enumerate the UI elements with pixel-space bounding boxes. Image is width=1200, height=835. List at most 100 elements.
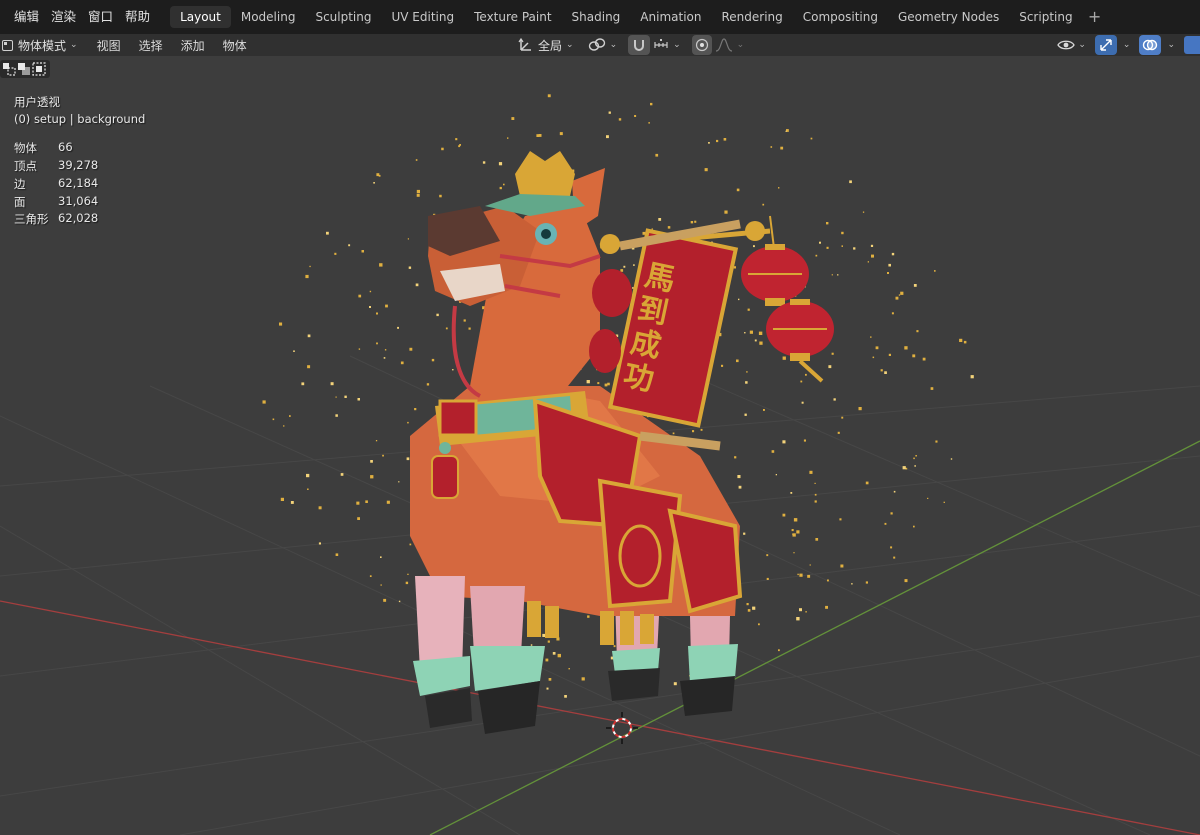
confetti-particle xyxy=(888,353,891,356)
confetti-particle xyxy=(398,600,401,603)
tab-shading[interactable]: Shading xyxy=(562,6,631,28)
chevron-down-icon: ⌄ xyxy=(673,40,681,50)
confetti-particle xyxy=(746,603,749,606)
confetti-particle xyxy=(658,218,662,221)
confetti-particle xyxy=(871,254,874,258)
chevron-down-icon: ⌄ xyxy=(1167,40,1175,50)
confetti-particle xyxy=(608,111,611,114)
confetti-particle xyxy=(623,265,626,268)
confetti-particle xyxy=(344,395,347,398)
confetti-particle xyxy=(935,440,938,443)
select-mode-buttons xyxy=(0,60,50,78)
menu-window[interactable]: 窗口 xyxy=(82,0,119,34)
confetti-particle xyxy=(799,608,802,612)
confetti-particle xyxy=(414,408,417,411)
confetti-particle xyxy=(801,401,804,404)
shading-icon[interactable] xyxy=(1184,36,1200,54)
confetti-particle xyxy=(870,336,872,338)
tab-uv-editing[interactable]: UV Editing xyxy=(382,6,465,28)
confetti-particle xyxy=(796,530,800,534)
tab-compositing[interactable]: Compositing xyxy=(793,6,888,28)
confetti-particle xyxy=(384,349,387,351)
confetti-particle xyxy=(807,574,811,578)
confetti-particle xyxy=(828,365,832,369)
gizmo-toggle[interactable] xyxy=(1094,35,1117,55)
confetti-particle xyxy=(826,246,829,249)
confetti-particle xyxy=(376,312,378,315)
confetti-particle xyxy=(900,291,904,295)
confetti-particle xyxy=(837,274,839,276)
snap-target-dropdown[interactable]: ⌄ xyxy=(650,35,684,55)
tab-modeling[interactable]: Modeling xyxy=(231,6,306,28)
menu-help[interactable]: 帮助 xyxy=(119,0,156,34)
right-tools: ⌄ ⌄ ⌄ xyxy=(1054,34,1200,56)
confetti-particle xyxy=(272,418,275,421)
menu-render[interactable]: 渲染 xyxy=(45,0,82,34)
select-new-icon[interactable] xyxy=(2,62,16,76)
view-name: 用户透视 xyxy=(14,95,60,109)
tab-rendering[interactable]: Rendering xyxy=(711,6,792,28)
tab-sculpting[interactable]: Sculpting xyxy=(305,6,381,28)
tab-texture-paint[interactable]: Texture Paint xyxy=(464,6,561,28)
confetti-particle xyxy=(814,500,817,503)
confetti-particle xyxy=(837,431,840,434)
confetti-particle xyxy=(511,117,515,120)
confetti-particle xyxy=(547,94,551,98)
confetti-particle xyxy=(613,645,616,648)
confetti-particle xyxy=(415,159,418,161)
add-workspace-button[interactable]: + xyxy=(1085,6,1105,28)
confetti-particle xyxy=(408,266,412,269)
confetti-particle xyxy=(793,552,795,554)
confetti-particle xyxy=(888,263,891,267)
confetti-particle xyxy=(348,244,351,247)
menu-edit[interactable]: 编辑 xyxy=(8,0,45,34)
confetti-particle xyxy=(378,174,381,177)
tab-layout[interactable]: Layout xyxy=(170,6,231,28)
mode-selector[interactable]: 物体模式 ⌄ xyxy=(0,35,82,55)
confetti-particle xyxy=(318,506,322,510)
tab-animation[interactable]: Animation xyxy=(630,6,711,28)
confetti-particle xyxy=(365,500,368,503)
confetti-particle xyxy=(930,387,934,390)
visibility-dropdown[interactable]: ⌄ xyxy=(1054,35,1089,55)
overlay-dropdown[interactable]: ⌄ xyxy=(1161,35,1178,55)
viewport-header: 物体模式 ⌄ 视图 选择 添加 物体 全局 ⌄ ⌄ ⌄ ⌄ ⌄ ⌄ ⌄ xyxy=(0,34,1200,56)
stat-objects: 物体 66 xyxy=(14,140,73,156)
menu-select[interactable]: 选择 xyxy=(130,37,172,54)
tab-scripting[interactable]: Scripting xyxy=(1009,6,1082,28)
select-subtract-icon[interactable] xyxy=(32,62,46,76)
menu-add[interactable]: 添加 xyxy=(172,37,214,54)
confetti-particle xyxy=(791,529,794,532)
confetti-particle xyxy=(841,231,844,235)
snap-toggle[interactable] xyxy=(628,35,651,55)
overlay-toggle[interactable] xyxy=(1139,35,1162,55)
proportional-edit-icon xyxy=(695,38,708,52)
confetti-particle xyxy=(293,350,295,352)
confetti-particle xyxy=(913,457,915,460)
3d-viewport[interactable]: 馬到成功 用户透视 (0) setup | background 物体 66 顶… xyxy=(0,56,1200,835)
falloff-dropdown[interactable]: ⌄ xyxy=(712,35,748,55)
pivot-point-dropdown[interactable]: ⌄ xyxy=(585,35,621,55)
confetti-particle xyxy=(340,473,344,476)
proportional-edit-toggle[interactable] xyxy=(691,35,712,55)
confetti-particle xyxy=(708,142,710,144)
confetti-particle xyxy=(604,383,608,387)
confetti-particle xyxy=(407,238,409,240)
mode-label: 物体模式 xyxy=(18,38,67,53)
menu-view[interactable]: 视图 xyxy=(88,37,130,54)
confetti-particle xyxy=(400,361,404,365)
confetti-particle xyxy=(452,369,454,371)
viewport-scene: 馬到成功 xyxy=(0,94,1200,835)
confetti-particle xyxy=(814,482,816,484)
confetti-particle xyxy=(503,183,505,186)
gizmo-dropdown[interactable]: ⌄ xyxy=(1117,35,1134,55)
chevron-down-icon: ⌄ xyxy=(609,40,618,50)
transform-orientation-dropdown[interactable]: 全局 ⌄ xyxy=(515,35,577,55)
confetti-particle xyxy=(398,481,400,483)
menu-object[interactable]: 物体 xyxy=(214,37,256,54)
tab-geometry-nodes[interactable]: Geometry Nodes xyxy=(888,6,1009,28)
select-extend-icon[interactable] xyxy=(17,62,31,76)
confetti-particle xyxy=(309,265,311,268)
chevron-down-icon: ⌄ xyxy=(566,40,574,50)
confetti-particle xyxy=(280,497,284,501)
